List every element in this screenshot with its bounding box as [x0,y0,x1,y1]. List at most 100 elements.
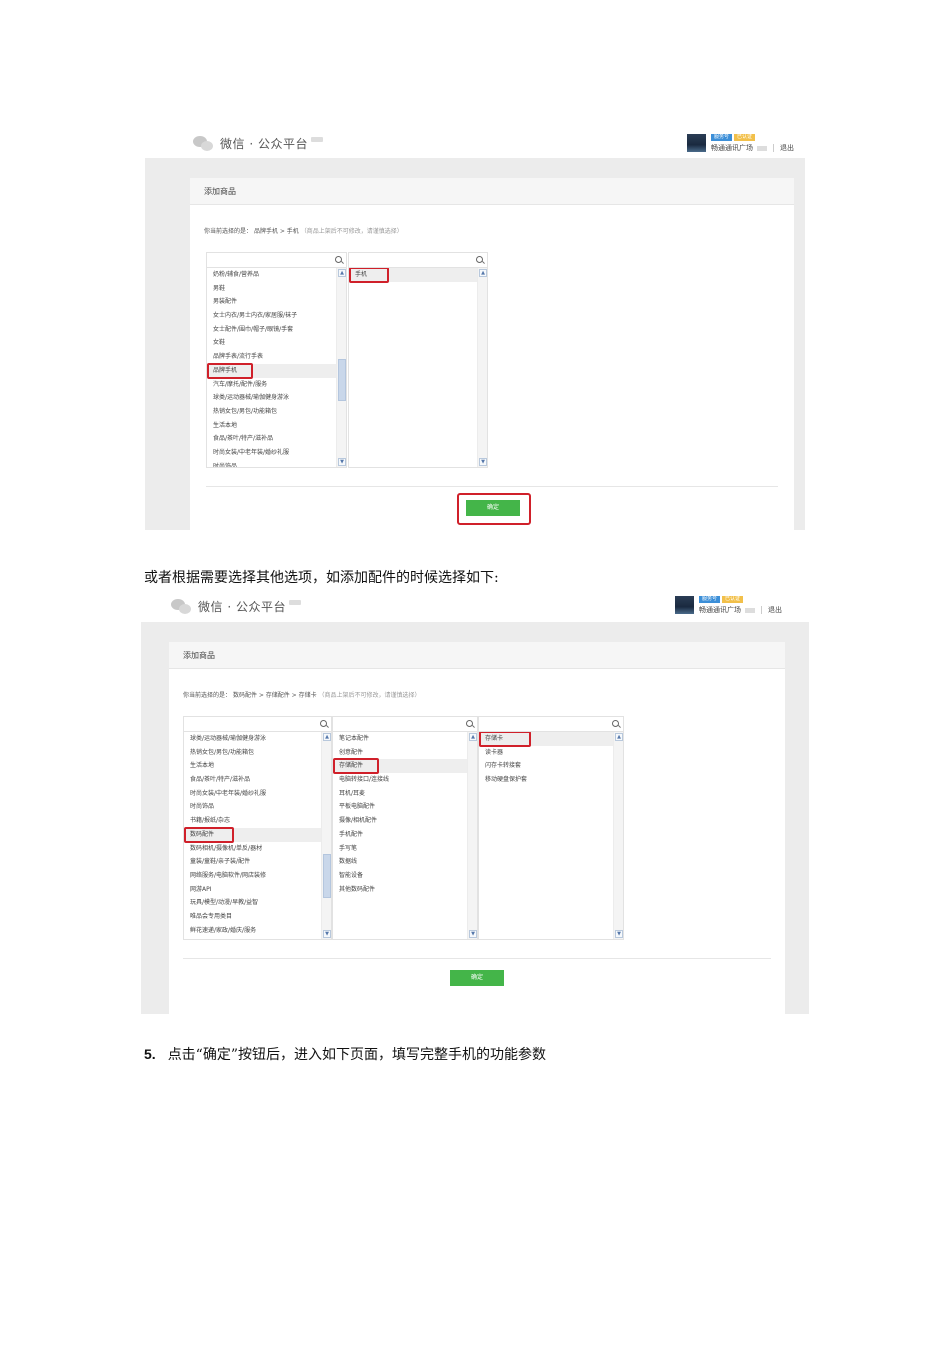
logout-link[interactable]: 退出 [768,605,782,615]
list-item[interactable]: 笔记本配件 [333,732,467,746]
scrollbar[interactable]: ▲ ▼ [336,268,346,467]
list-item[interactable]: 手写笔 [333,842,467,856]
avatar[interactable] [675,596,694,614]
list-item[interactable]: 创意配件 [333,746,467,760]
search-icon[interactable] [320,720,327,727]
list-item[interactable]: 鲜花速递/家政/婚庆/服务 [184,924,321,938]
list-item[interactable]: 其他数码配件 [333,883,467,897]
list-item[interactable]: 移动硬盘保护套 [479,773,613,787]
list-item[interactable]: 玩具/模型/动漫/早教/益智 [184,896,321,910]
list-item[interactable]: 球类/运动器械/瑜伽健身游泳 [184,732,321,746]
scrollbar[interactable]: ▲ ▼ [613,732,623,939]
list-item[interactable]: 生活本地 [207,419,336,433]
list-item-selected[interactable]: 存储配件 [333,758,467,775]
list-item[interactable]: 手机配件 [333,828,467,842]
verified-badge: 已认证 [722,596,744,603]
list-item[interactable]: 食品/茶叶/特产/滋补品 [207,432,336,446]
list-item[interactable]: 唯品会专用类目 [184,910,321,924]
scroll-down-icon[interactable]: ▼ [479,458,487,466]
list-item[interactable]: 平板电脑配件 [333,800,467,814]
list-item[interactable]: 时尚饰品 [184,800,321,814]
list-item[interactable]: 童装/童鞋/亲子装/配件 [184,855,321,869]
scroll-down-icon[interactable]: ▼ [469,930,477,938]
beta-tag [288,600,301,605]
column-search[interactable] [184,717,331,732]
list-item[interactable]: 耳机/耳麦 [333,787,467,801]
list-item[interactable]: 数码相机/摄像机/单反/器材 [184,842,321,856]
wechat-logo[interactable]: 微信 · 公众平台 [193,135,323,152]
scrollbar[interactable]: ▲ ▼ [467,732,477,939]
list-item[interactable]: 时尚女装/中老年装/婚纱礼服 [207,446,336,460]
divider [206,486,778,487]
list-item[interactable]: 热销女包/男包/功能箱包 [207,405,336,419]
top-bar: 微信 · 公众平台 服务号 已认证 畅通通讯广场 退出 [145,122,805,158]
scroll-up-icon[interactable]: ▲ [615,733,623,741]
list-item[interactable]: 网游API [184,883,321,897]
scroll-up-icon[interactable]: ▲ [469,733,477,741]
list-item[interactable]: 读卡器 [479,746,613,760]
list-item[interactable]: 电脑转接口/连接线 [333,773,467,787]
list-item[interactable]: 汽车/摩托/配件/服务 [207,378,336,392]
category-list: 笔记本配件 创意配件 存储配件 电脑转接口/连接线 耳机/耳麦 平板电脑配件 摄像/相机配件… [333,732,467,939]
list-item[interactable]: 时尚饰品 [207,460,336,467]
list-item[interactable]: 热销女包/男包/功能箱包 [184,746,321,760]
breadcrumb-note: （商品上架后不可修改，请谨慎选择） [300,228,403,235]
scroll-thumb[interactable] [338,359,346,401]
list-item[interactable]: 数据线 [333,855,467,869]
list-item[interactable]: 奶粉/辅食/营养品 [207,268,336,282]
list-item[interactable]: 闪存卡转接套 [479,759,613,773]
logout-link[interactable]: 退出 [780,143,794,153]
column-search[interactable] [349,253,487,268]
step-instruction: 5. 点击“确定”按钮后，进入如下页面，填写完整手机的功能参数 [144,1044,546,1064]
list-item[interactable]: 品牌手表/流行手表 [207,350,336,364]
list-item[interactable]: 球类/运动器械/瑜伽健身游泳 [207,391,336,405]
list-item-selected[interactable]: 手机 [349,268,477,283]
column-search[interactable] [333,717,477,732]
account-name[interactable]: 畅通通讯广场 [699,605,741,615]
scroll-thumb[interactable] [323,854,331,898]
list-item[interactable]: 生活本地 [184,759,321,773]
panel-title: 添加商品 [204,187,236,196]
list-item-selected[interactable]: 数码配件 [184,826,321,843]
list-item[interactable]: 食品/茶叶/特产/滋补品 [184,773,321,787]
list-item[interactable]: 女士配件/围巾/帽子/眼镜/手套 [207,323,336,337]
search-icon[interactable] [466,720,473,727]
account-type-badge: 服务号 [711,134,733,141]
search-icon[interactable] [476,256,483,263]
scroll-down-icon[interactable]: ▼ [615,930,623,938]
confirm-button[interactable]: 确定 [450,970,504,986]
scrollbar[interactable]: ▲ ▼ [477,268,487,467]
list-item[interactable]: 网络服务/电脑软件/网店装修 [184,869,321,883]
breadcrumb-prefix: 你当前选择的是： [183,692,232,699]
selection-breadcrumb: 你当前选择的是： 数码配件 > 存储配件 > 存储卡 （商品上架后不可修改，请谨… [183,690,421,699]
scrollbar[interactable]: ▲ ▼ [321,732,331,939]
avatar[interactable] [687,134,706,152]
wechat-logo[interactable]: 微信 · 公众平台 [171,598,301,615]
list-item[interactable]: 摄像/相机配件 [333,814,467,828]
list-item[interactable]: 男装配件 [207,295,336,309]
list-item[interactable]: 书籍/报纸/杂志 [184,814,321,828]
scroll-down-icon[interactable]: ▼ [323,930,331,938]
list-item[interactable]: 智能设备 [333,869,467,883]
scroll-up-icon[interactable]: ▲ [479,269,487,277]
account-name[interactable]: 畅通通讯广场 [711,143,753,153]
logo-text: 微信 · 公众平台 [220,137,308,151]
column-search[interactable] [207,253,346,268]
confirm-button[interactable]: 确定 [466,500,520,516]
scroll-down-icon[interactable]: ▼ [338,458,346,466]
search-icon[interactable] [335,256,342,263]
beta-tag [310,137,323,142]
scroll-up-icon[interactable]: ▲ [338,269,346,277]
content-area: 添加商品 你当前选择的是： 品牌手机 > 手机 （商品上架后不可修改，请谨慎选择… [145,158,805,530]
list-item-selected[interactable]: 品牌手机 [207,362,336,379]
search-icon[interactable] [612,720,619,727]
scroll-up-icon[interactable]: ▲ [323,733,331,741]
list-item[interactable]: 男鞋 [207,282,336,296]
column-search[interactable] [479,717,623,732]
panel-header: 添加商品 [169,642,785,669]
list-item[interactable]: 时尚女装/中老年装/婚纱礼服 [184,787,321,801]
list-item[interactable]: 女鞋 [207,336,336,350]
wechat-logo-icon [193,135,215,152]
list-item[interactable]: 女士内衣/男士内衣/家居服/袜子 [207,309,336,323]
list-item-selected[interactable]: 存储卡 [479,732,613,747]
